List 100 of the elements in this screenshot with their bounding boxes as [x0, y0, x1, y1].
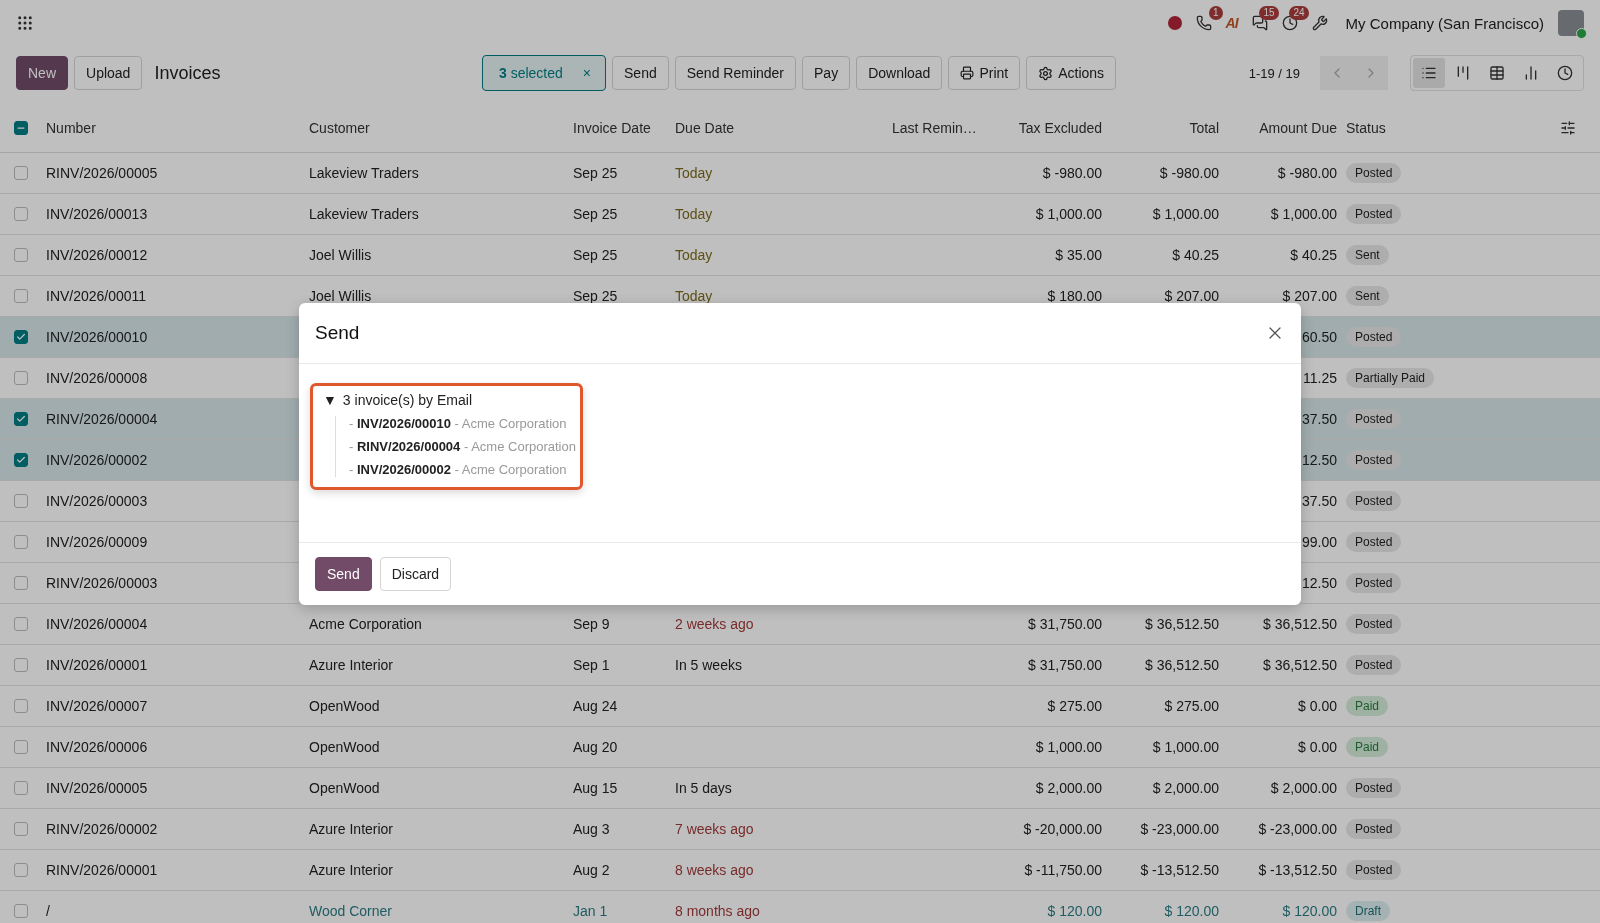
- action-button[interactable]: Send: [612, 56, 669, 90]
- invoice-number: INV/2026/00006: [46, 739, 148, 755]
- kanban-icon: [1455, 65, 1471, 81]
- customer-name: OpenWood: [309, 780, 380, 796]
- column-header[interactable]: Tax Excluded: [1002, 119, 1102, 136]
- amount-due: $ 207.00: [1282, 288, 1337, 304]
- action-button[interactable]: Pay: [802, 56, 851, 90]
- column-header[interactable]: Invoice Date: [573, 119, 675, 136]
- next-page-button[interactable]: [1354, 56, 1388, 90]
- column-settings-icon[interactable]: [1560, 119, 1576, 136]
- tax-excluded: $ 31,750.00: [1028, 657, 1102, 673]
- online-status-icon: [1576, 28, 1587, 39]
- row-checkbox[interactable]: [14, 412, 28, 426]
- view-switch-button[interactable]: [1413, 58, 1445, 88]
- invoice-number: RINV/2026/00005: [46, 165, 158, 181]
- wrench-icon[interactable]: [1311, 15, 1328, 31]
- amount-due: 37.50: [1301, 411, 1337, 427]
- invoice-date: Aug 3: [573, 821, 610, 837]
- invoice-number: RINV/2026/00002: [46, 821, 158, 837]
- due-date: 8 months ago: [675, 903, 760, 919]
- column-header[interactable]: Total: [1102, 119, 1219, 136]
- column-header[interactable]: Status: [1346, 119, 1560, 136]
- row-checkbox[interactable]: [14, 699, 28, 713]
- action-button[interactable]: Download: [856, 56, 943, 90]
- column-header[interactable]: Last Remin…: [892, 119, 1002, 136]
- invoice-date: Sep 9: [573, 616, 610, 632]
- invoice-number: RINV/2026/00001: [46, 862, 158, 878]
- invoice-total: $ 275.00: [1164, 698, 1219, 714]
- column-header[interactable]: Customer: [309, 119, 573, 136]
- tax-excluded: $ 31,750.00: [1028, 616, 1102, 632]
- row-checkbox[interactable]: [14, 494, 28, 508]
- invoice-number: INV/2026/00012: [46, 247, 148, 263]
- column-header[interactable]: Number: [46, 119, 309, 136]
- row-checkbox[interactable]: [14, 535, 28, 549]
- invoice-number: RINV/2026/00004: [46, 411, 158, 427]
- pager-value: 1-19 / 19: [1248, 65, 1300, 81]
- invoice-date: Aug 2: [573, 862, 610, 878]
- invoice-entry: - INV/2026/00010 - Acme Corporation: [349, 416, 568, 431]
- row-checkbox[interactable]: [14, 781, 28, 795]
- column-header[interactable]: Due Date: [675, 119, 892, 136]
- clear-selection-button[interactable]: ×: [580, 65, 594, 81]
- clock-icon[interactable]: [1281, 15, 1298, 31]
- row-checkbox[interactable]: [14, 371, 28, 385]
- check-icon: [16, 332, 26, 342]
- invoice-number: INV/2026/00004: [46, 616, 148, 632]
- tax-excluded: $ 35.00: [1055, 247, 1102, 263]
- tax-excluded: $ -20,000.00: [1023, 821, 1102, 837]
- ai-logo[interactable]: AI: [1225, 15, 1238, 31]
- upload-button[interactable]: Upload: [74, 56, 143, 90]
- row-checkbox[interactable]: [14, 166, 28, 180]
- invoice-date: Sep 25: [573, 247, 618, 263]
- action-button[interactable]: Print: [948, 56, 1021, 90]
- chat-icon[interactable]: [1251, 15, 1268, 31]
- amount-due: $ 0.00: [1298, 698, 1337, 714]
- row-checkbox[interactable]: [14, 576, 28, 590]
- row-checkbox[interactable]: [14, 822, 28, 836]
- company-name[interactable]: My Company (San Francisco): [1345, 14, 1544, 32]
- action-button[interactable]: Actions: [1026, 56, 1117, 90]
- tax-excluded: $ 1,000.00: [1035, 206, 1102, 222]
- apps-menu-icon[interactable]: [16, 14, 34, 32]
- invoice-total: $ -13,512.50: [1140, 862, 1219, 878]
- row-checkbox[interactable]: [14, 904, 28, 918]
- invoice-date: Jan 1: [573, 903, 608, 919]
- invoice-number: INV/2026/00011: [46, 288, 147, 304]
- row-checkbox[interactable]: [14, 658, 28, 672]
- due-date: 7 weeks ago: [675, 821, 754, 837]
- customer-name: Azure Interior: [309, 862, 394, 878]
- invoice-date: Sep 1: [573, 657, 610, 673]
- phone-icon[interactable]: [1195, 15, 1212, 31]
- new-button[interactable]: New: [16, 56, 68, 90]
- amount-due: $ -13,512.50: [1258, 862, 1337, 878]
- amount-due: $ -980.00: [1277, 165, 1337, 181]
- tax-excluded: $ 1,000.00: [1035, 739, 1102, 755]
- previous-page-button[interactable]: [1320, 56, 1354, 90]
- record-icon[interactable]: [1167, 16, 1182, 30]
- status-tag: Draft: [1346, 901, 1390, 921]
- discard-button[interactable]: Discard: [379, 557, 452, 591]
- row-checkbox[interactable]: [14, 453, 28, 467]
- amount-due: $ 2,000.00: [1270, 780, 1337, 796]
- amount-due: 12.50: [1301, 575, 1337, 591]
- invoice-number: INV/2026/00008: [46, 370, 148, 386]
- amount-due: $ 0.00: [1298, 739, 1337, 755]
- select-all-checkbox[interactable]: [14, 120, 28, 135]
- send-button[interactable]: Send: [315, 557, 372, 591]
- row-checkbox[interactable]: [14, 617, 28, 631]
- action-button[interactable]: Send Reminder: [674, 56, 796, 90]
- amount-due: $ 36,512.50: [1263, 616, 1337, 632]
- row-checkbox[interactable]: [14, 248, 28, 262]
- row-checkbox[interactable]: [14, 863, 28, 877]
- avatar[interactable]: [1558, 10, 1584, 36]
- status-tag: Posted: [1346, 327, 1402, 347]
- invoice-total: $ 36,512.50: [1145, 657, 1219, 673]
- row-checkbox[interactable]: [14, 330, 28, 344]
- row-checkbox[interactable]: [14, 289, 28, 303]
- invoice-total: $ -980.00: [1159, 165, 1219, 181]
- email-group-toggle[interactable]: ▼ 3 invoice(s) by Email: [323, 392, 576, 408]
- row-checkbox[interactable]: [14, 207, 28, 221]
- invoice-number: RINV/2026/00003: [46, 575, 158, 591]
- column-header[interactable]: Amount Due: [1219, 119, 1337, 136]
- row-checkbox[interactable]: [14, 740, 28, 754]
